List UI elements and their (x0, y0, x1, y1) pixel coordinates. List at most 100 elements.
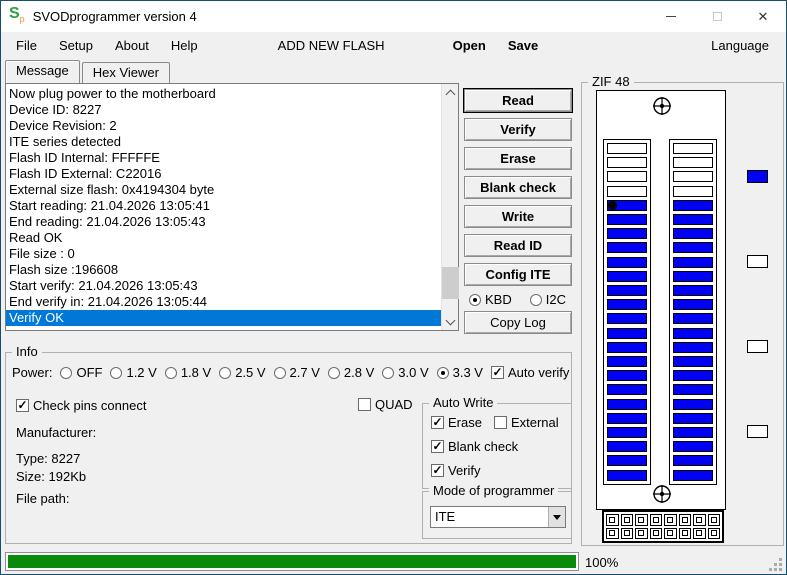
log-line[interactable]: Device Revision: 2 (6, 118, 441, 134)
copy-log-button[interactable]: Copy Log (464, 311, 572, 334)
log-line[interactable]: Now plug power to the motherboard (6, 86, 441, 102)
scroll-up-icon[interactable] (442, 84, 459, 101)
bus-radio-i2c[interactable]: I2C (529, 292, 566, 307)
log-line[interactable]: Start verify: 21.04.2026 13:05:43 (6, 278, 441, 294)
log-scrollbar[interactable] (441, 84, 459, 330)
tab-hex-viewer-label: Hex Viewer (92, 65, 159, 80)
zif-pin-slot (607, 299, 647, 311)
bus-radio-row: KBD I2C (469, 292, 575, 307)
read-button[interactable]: Read (463, 88, 573, 113)
close-button[interactable]: ✕ (740, 1, 786, 31)
check-pins-slot: Check pins connect (16, 397, 146, 413)
chevron-down-icon (553, 514, 561, 520)
log-line[interactable]: Start reading: 21.04.2026 13:05:41 (6, 198, 441, 214)
auto-write-verify[interactable]: Verify (431, 463, 481, 478)
blank-check-button[interactable]: Blank check (464, 176, 572, 199)
log-line[interactable]: Verify OK (6, 310, 441, 326)
config-ite-button[interactable]: Config ITE (464, 263, 572, 286)
minimize-icon (666, 15, 676, 17)
resize-grip[interactable] (770, 558, 782, 570)
scrollbar-thumb[interactable] (442, 267, 459, 299)
log-line[interactable]: Device ID: 8227 (6, 102, 441, 118)
menu-open[interactable]: Open (442, 38, 497, 53)
radio-icon (469, 293, 481, 306)
zif-pin-slot (607, 185, 647, 197)
write-button[interactable]: Write (464, 205, 572, 228)
log-line[interactable]: File size : 0 (6, 246, 441, 262)
read-id-button[interactable]: Read ID (464, 234, 572, 257)
log-line[interactable]: End verify in: 21.04.2026 13:05:44 (6, 294, 441, 310)
window-controls: ✕ (648, 1, 786, 31)
log-line[interactable]: Flash size :196608 (6, 262, 441, 278)
connector-pin (649, 514, 662, 526)
dropdown-button[interactable] (548, 507, 565, 527)
check-pins-checkbox[interactable]: Check pins connect (16, 398, 146, 413)
maximize-button[interactable] (694, 1, 740, 31)
menu-help[interactable]: Help (160, 38, 209, 53)
menu-save[interactable]: Save (497, 38, 549, 53)
power-option-3-3-v[interactable]: 3.3 V (436, 365, 483, 380)
tab-message[interactable]: Message (5, 60, 80, 83)
log-line[interactable]: External size flash: 0x4194304 byte (6, 182, 441, 198)
auto-write-external-label: External (510, 415, 559, 430)
minimize-button[interactable] (648, 1, 694, 31)
power-option-2-5-v[interactable]: 2.5 V (219, 365, 266, 380)
progress-label: 100% (585, 555, 619, 570)
quad-checkbox[interactable]: QUAD (358, 397, 413, 412)
legend-swatch (747, 170, 768, 183)
mode-combobox[interactable]: ITE (430, 506, 566, 528)
legend-swatch (747, 340, 768, 353)
connector-pin (707, 514, 720, 526)
auto-write-blank-check[interactable]: Blank check (431, 439, 518, 454)
verify-button[interactable]: Verify (464, 118, 572, 141)
auto-write-title: Auto Write (429, 396, 498, 410)
log-line[interactable]: ITE series detected (6, 134, 441, 150)
log-line[interactable]: Flash ID Internal: FFFFFE (6, 150, 441, 166)
radio-icon (327, 366, 340, 379)
radio-icon (273, 366, 286, 379)
power-option-2-7-v[interactable]: 2.7 V (273, 365, 320, 380)
size-field: Size: 192Kb (16, 469, 86, 484)
menu-language[interactable]: Language (700, 38, 780, 53)
progress-bar (5, 552, 579, 571)
power-option-off[interactable]: OFF (60, 365, 102, 380)
erase-button[interactable]: Erase (464, 147, 572, 170)
menu-about[interactable]: About (104, 38, 160, 53)
power-option-2-8-v[interactable]: 2.8 V (327, 365, 374, 380)
auto-verify-checkbox[interactable]: Auto verify (490, 365, 569, 380)
message-log[interactable]: Now plug power to the motherboard Device … (5, 83, 459, 331)
power-option-label: 2.5 V (235, 365, 266, 380)
menu-add-new-flash[interactable]: ADD NEW FLASH (267, 38, 396, 53)
power-option-label: 3.0 V (398, 365, 429, 380)
radio-icon (529, 293, 542, 306)
auto-write-external[interactable]: External (493, 415, 559, 430)
zif-pin-slot (673, 384, 713, 396)
power-option-label: 3.3 V (452, 365, 483, 380)
power-row: Power: OFF 1.2 V 1.8 V 2.5 V 2.7 V 2.8 V 3.0 V… (12, 365, 569, 380)
type-label: Type: (16, 451, 48, 466)
zif-pin-slot (607, 199, 647, 211)
log-line[interactable]: End reading: 21.04.2026 13:05:43 (6, 214, 441, 230)
menu-setup[interactable]: Setup (48, 38, 104, 53)
legend-swatch (747, 255, 768, 268)
zif-pin-slot (607, 285, 647, 297)
power-option-1-2-v[interactable]: 1.2 V (110, 365, 157, 380)
tab-hex-viewer[interactable]: Hex Viewer (81, 62, 170, 83)
zif-group-title: ZIF 48 (588, 75, 634, 89)
log-line[interactable]: Read OK (6, 230, 441, 246)
zif-pin-slot (673, 256, 713, 268)
log-line[interactable]: Flash ID External: C22016 (6, 166, 441, 182)
zif-pin-slot (673, 313, 713, 325)
checkbox-icon (431, 464, 444, 477)
power-option-3-0-v[interactable]: 3.0 V (382, 365, 429, 380)
zif-pin-slot (673, 370, 713, 382)
auto-write-erase[interactable]: Erase (431, 415, 482, 430)
bus-radio-kbd[interactable]: KBD (469, 292, 512, 307)
zif-pin-slot (607, 469, 647, 481)
power-option-label: OFF (76, 365, 103, 380)
power-option-1-8-v[interactable]: 1.8 V (164, 365, 211, 380)
scroll-down-icon[interactable] (442, 313, 459, 330)
auto-write-options: Erase External Blank check Verify (431, 415, 569, 478)
menu-file[interactable]: File (5, 38, 48, 53)
zif-pin-slot (607, 356, 647, 368)
